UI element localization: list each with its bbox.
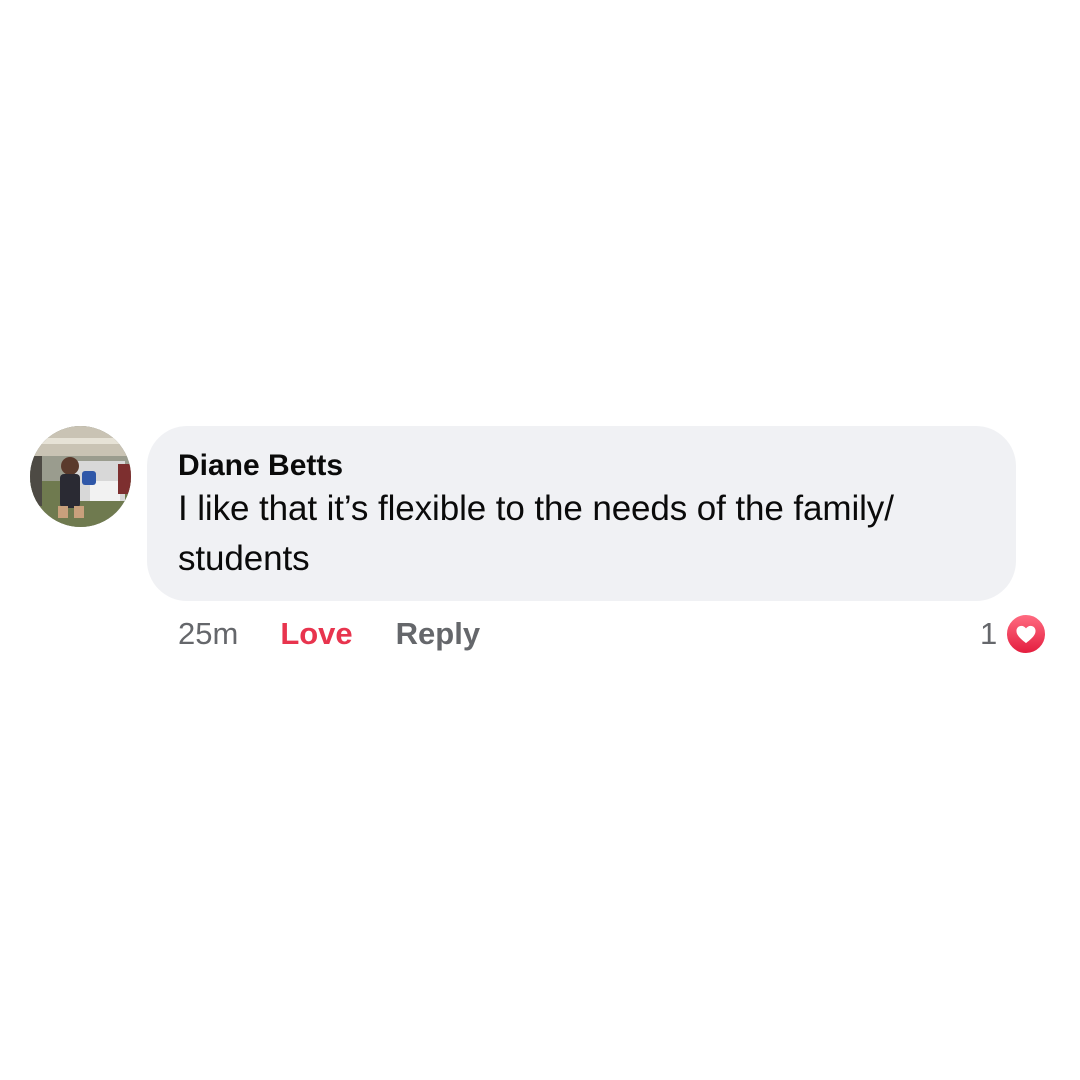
comment-actions: 25m Love Reply <box>178 612 480 656</box>
heart-icon <box>1016 625 1036 644</box>
comment-text: I like that it’s flexible to the needs o… <box>178 484 986 584</box>
avatar-photo <box>30 426 131 527</box>
comment-bubble: Diane Betts I like that it’s flexible to… <box>147 426 1016 601</box>
comment-text-line: students <box>178 539 310 578</box>
reaction-count: 1 <box>980 616 998 651</box>
reply-button[interactable]: Reply <box>396 616 480 652</box>
comment-text-line: I like that it’s flexible to the needs o… <box>178 489 894 528</box>
comment-timestamp[interactable]: 25m <box>178 616 238 652</box>
comment-author-name[interactable]: Diane Betts <box>178 448 986 484</box>
avatar[interactable] <box>30 426 131 527</box>
love-button[interactable]: Love <box>280 616 352 652</box>
comment-view: Diane Betts I like that it’s flexible to… <box>0 0 1080 1080</box>
heart-icon <box>1005 613 1048 655</box>
reaction-summary[interactable]: 1 <box>980 612 1048 656</box>
